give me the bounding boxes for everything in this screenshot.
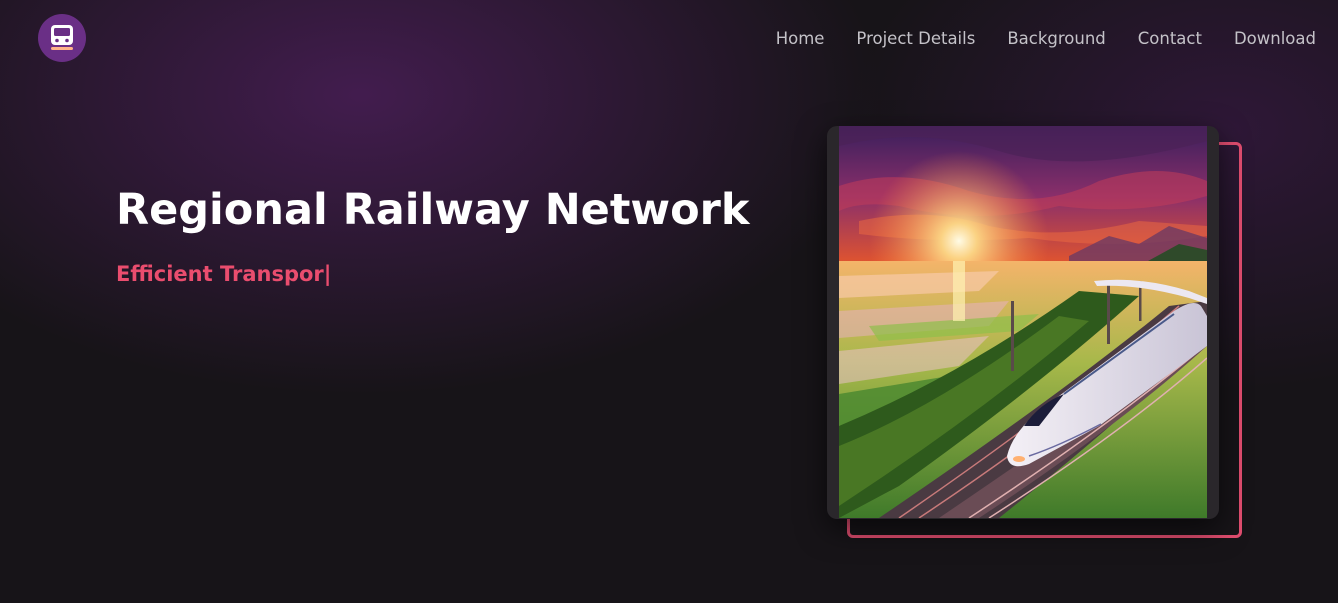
main-nav: Home Project Details Background Contact … — [744, 28, 1316, 50]
logo[interactable] — [38, 14, 86, 62]
nav-project-details[interactable]: Project Details — [856, 28, 975, 50]
nav-home[interactable]: Home — [776, 28, 825, 50]
train-icon — [51, 25, 73, 50]
train-photo — [839, 126, 1207, 518]
typing-cursor: | — [323, 262, 332, 286]
hero-subtitle: Efficient Transpor| — [116, 260, 331, 288]
nav-background[interactable]: Background — [1007, 28, 1105, 50]
nav-download[interactable]: Download — [1234, 28, 1316, 50]
typed-text: Efficient Transpor — [116, 262, 324, 286]
hero-title: Regional Railway Network — [116, 185, 750, 235]
nav-contact[interactable]: Contact — [1138, 28, 1202, 50]
